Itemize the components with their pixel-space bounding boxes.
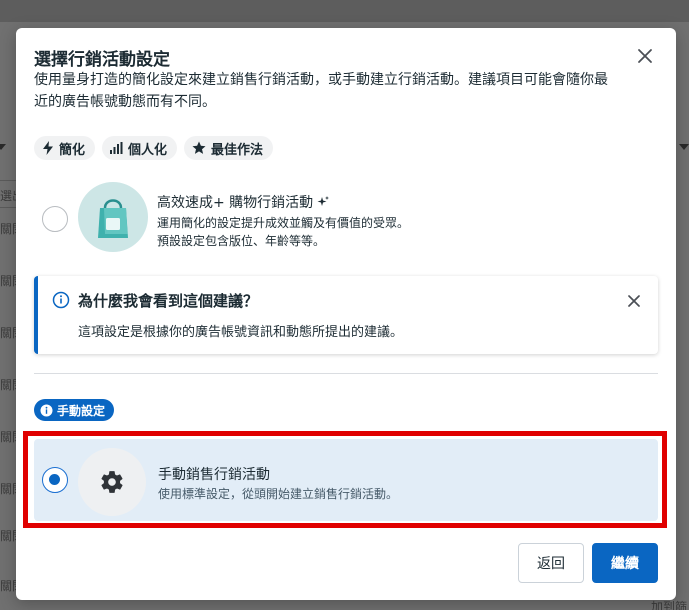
gear-icon-container <box>78 448 146 516</box>
chip-label: 簡化 <box>59 142 86 158</box>
info-icon <box>52 291 70 309</box>
back-button[interactable]: 返回 <box>518 543 584 583</box>
feature-chips: 簡化 個人化 最佳作法 <box>34 136 274 160</box>
advantage-option-line2: 預設設定包含版位、年齡等等。 <box>157 234 326 248</box>
chip-label: 個人化 <box>128 142 168 158</box>
info-box-title: 為什麼我會看到這個建議？ <box>78 292 259 310</box>
info-close-icon[interactable] <box>625 292 643 314</box>
continue-button[interactable]: 繼續 <box>592 543 658 583</box>
advantage-option-description: 運用簡化的設定提升成效並觸及有價值的受眾。 預設設定包含版位、年齡等等。 <box>157 214 409 250</box>
dialog-description: 使用量身打造的簡化設定來建立銷售行銷活動，或手動建立行銷活動。建議項目可能會隨你… <box>34 72 608 110</box>
advantage-option-line1: 運用簡化的設定提升成效並觸及有價值的受眾。 <box>157 216 410 230</box>
chip-personalized: 個人化 <box>102 136 178 160</box>
background-cell: 選出 <box>0 189 16 203</box>
advantage-option-title-row: 高效速成+ 購物行銷活動 <box>157 192 330 212</box>
chevron-down-icon <box>0 144 6 150</box>
shopping-bag-icon <box>78 182 148 252</box>
manual-setup-badge: 手動設定 <box>34 399 115 421</box>
background-cell: 關閉 <box>0 222 16 236</box>
manual-option-subtitle: 使用標準設定，從頭開始建立銷售行銷活動。 <box>158 487 399 501</box>
chip-simplified: 簡化 <box>34 136 96 160</box>
manual-badge-label: 手動設定 <box>57 403 106 418</box>
background-divider <box>0 207 16 208</box>
chip-best-practice: 最佳作法 <box>184 136 274 160</box>
background-cell: 關閉 <box>0 579 16 593</box>
chip-label: 最佳作法 <box>211 142 264 158</box>
background-divider <box>0 180 16 181</box>
manual-option-radio[interactable] <box>42 467 68 493</box>
advantage-option-title: 高效速成+ 購物行銷活動 <box>157 195 314 211</box>
bar-chart-icon <box>110 142 123 154</box>
close-icon[interactable] <box>633 44 657 68</box>
background-cell: 關閉 <box>0 430 16 444</box>
background-cell: 關閉 <box>0 326 16 340</box>
background-cell: 關閉 <box>0 378 16 392</box>
advantage-option-radio[interactable] <box>42 206 68 232</box>
background-topbar <box>0 0 689 22</box>
recommendation-info-box: 為什麼我會看到這個建議？ 這項設定是根據你的廣告帳號資訊和動態所提出的建議。 <box>34 276 658 354</box>
star-icon <box>192 141 206 154</box>
chevron-down-icon <box>679 144 689 150</box>
campaign-setup-dialog: 選擇行銷活動設定 使用量身打造的簡化設定來建立銷售行銷活動，或手動建立行銷活動。… <box>16 28 676 600</box>
info-icon <box>40 404 53 416</box>
sparkle-icon <box>317 196 330 206</box>
dialog-title: 選擇行銷活動設定 <box>34 50 170 70</box>
manual-option-title: 手動銷售行銷活動 <box>158 467 270 483</box>
section-divider <box>34 373 658 374</box>
background-cell: 關閉 <box>0 274 16 288</box>
radio-selected-dot <box>49 474 60 485</box>
gear-icon <box>101 471 123 493</box>
background-cell: 關閉 <box>0 529 16 543</box>
info-box-body: 這項設定是根據你的廣告帳號資訊和動態所提出的建議。 <box>78 325 404 340</box>
lightning-icon <box>43 141 53 155</box>
background-cell: 關閉 <box>0 482 16 496</box>
